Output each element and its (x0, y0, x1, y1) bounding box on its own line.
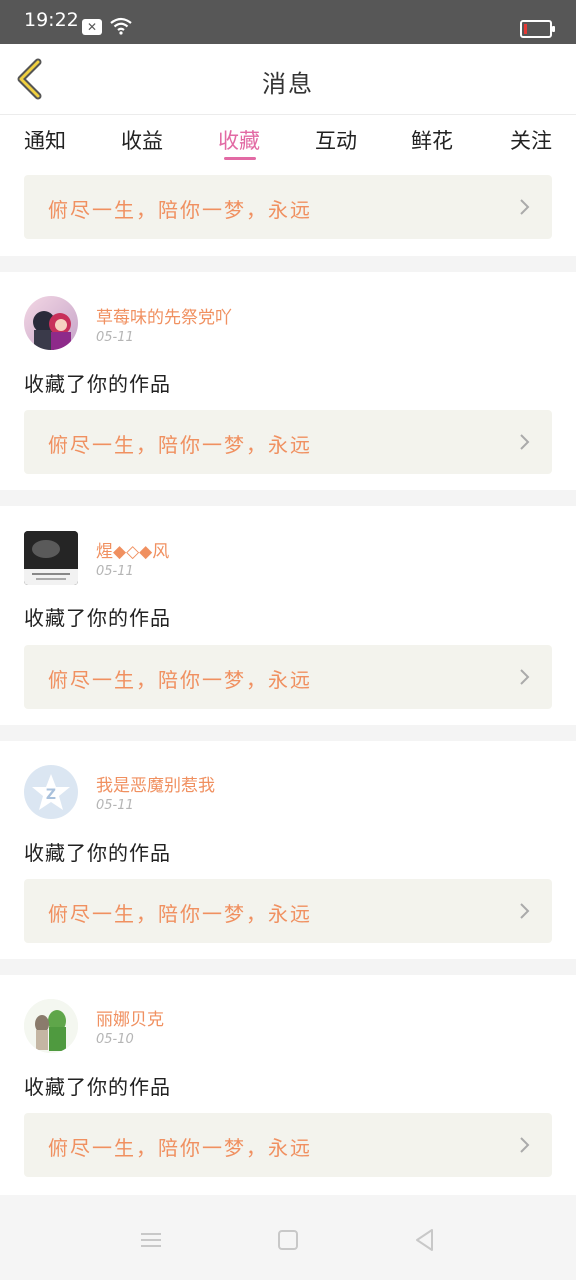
work-title: 俯尽一生，陪你一梦，永远 (48, 668, 312, 692)
work-card[interactable]: 俯尽一生，陪你一梦，永远 (24, 175, 552, 239)
username[interactable]: 煋◆◇◆风 (96, 537, 169, 562)
date: 05-10 (96, 1032, 134, 1047)
date: 05-11 (96, 798, 134, 813)
menu-icon[interactable] (136, 1225, 166, 1255)
avatar-image (33, 311, 71, 350)
action-text: 收藏了你的作品 (24, 1075, 171, 1099)
chevron-right-icon (520, 434, 530, 450)
work-title: 俯尽一生，陪你一梦，永远 (48, 198, 312, 222)
tab-bar: 通知 收益 收藏 互动 鲜花 关注 (0, 115, 576, 163)
avatar[interactable] (24, 531, 78, 585)
date: 05-11 (96, 564, 134, 579)
work-card[interactable]: 俯尽一生，陪你一梦，永远 (24, 645, 552, 709)
action-text: 收藏了你的作品 (24, 372, 171, 396)
avatar-image (24, 531, 78, 585)
work-title: 俯尽一生，陪你一梦，永远 (48, 433, 312, 457)
status-bar: 19:22 ✕ (0, 0, 576, 44)
action-text: 收藏了你的作品 (24, 606, 171, 630)
back-triangle-icon[interactable] (410, 1225, 440, 1255)
avatar-image (24, 999, 78, 1053)
tab-interactions[interactable]: 互动 (315, 125, 357, 155)
chevron-right-icon (520, 903, 530, 919)
work-title: 俯尽一生，陪你一梦，永远 (48, 1136, 312, 1160)
tab-flowers[interactable]: 鲜花 (411, 125, 453, 155)
username[interactable]: 我是恶魔别惹我 (96, 771, 215, 796)
battery-icon (520, 20, 555, 38)
chevron-right-icon (520, 669, 530, 685)
page-title: 消息 (262, 70, 314, 98)
username[interactable]: 丽娜贝克 (96, 1005, 164, 1030)
chevron-right-icon (520, 1137, 530, 1153)
status-time: 19:22 (24, 9, 79, 31)
work-title: 俯尽一生，陪你一梦，永远 (48, 902, 312, 926)
avatar[interactable] (24, 296, 78, 350)
avatar[interactable] (24, 999, 78, 1053)
work-card[interactable]: 俯尽一生，陪你一梦，永远 (24, 879, 552, 943)
active-tab-indicator (224, 157, 256, 160)
tab-notifications[interactable]: 通知 (24, 125, 66, 155)
tab-earnings[interactable]: 收益 (121, 125, 163, 155)
action-text: 收藏了你的作品 (24, 841, 171, 865)
sim-icon: ✕ (82, 19, 102, 35)
tab-favorites[interactable]: 收藏 (218, 125, 260, 155)
work-card[interactable]: 俯尽一生，陪你一梦，永远 (24, 410, 552, 474)
divider (0, 490, 576, 506)
date: 05-11 (96, 330, 134, 345)
home-icon[interactable] (273, 1225, 303, 1255)
divider (0, 959, 576, 975)
username[interactable]: 草莓味的先祭党吖 (96, 303, 232, 328)
tab-follows[interactable]: 关注 (510, 125, 552, 155)
avatar[interactable]: Z (24, 765, 78, 819)
chevron-right-icon (520, 199, 530, 215)
divider (0, 725, 576, 741)
work-card[interactable]: 俯尽一生，陪你一梦，永远 (24, 1113, 552, 1177)
default-avatar-icon: Z (32, 774, 70, 810)
header: 消息 (0, 44, 576, 115)
system-nav-bar (0, 1195, 576, 1280)
svg-text:Z: Z (46, 787, 56, 803)
divider (0, 256, 576, 272)
wifi-icon (110, 17, 132, 35)
